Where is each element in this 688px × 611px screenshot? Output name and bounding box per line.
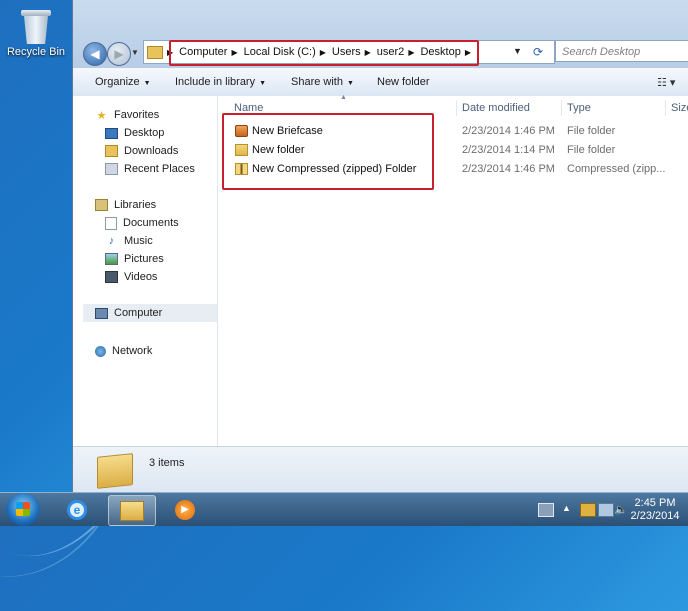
libraries-icon — [95, 199, 108, 211]
details-pane: 3 items — [73, 446, 688, 493]
star-icon: ★ — [96, 109, 107, 122]
file-type: File folder — [567, 144, 616, 156]
chevron-down-icon: ▼ — [346, 80, 354, 87]
chevron-down-icon: ▼ — [259, 80, 267, 87]
nav-music[interactable]: ♪ Music — [105, 232, 215, 250]
file-date: 2/23/2014 1:46 PM — [462, 125, 555, 137]
column-type[interactable]: Type — [567, 102, 591, 114]
nav-pictures[interactable]: Pictures — [105, 250, 215, 268]
explorer-window: ◀ ▶ ▼ ▶ Computer ▶ Local Disk (C:) ▶ Use… — [72, 0, 688, 493]
recycle-bin-label: Recycle Bin — [6, 46, 66, 58]
column-divider[interactable] — [456, 100, 457, 116]
include-in-library-button[interactable]: Include in library ▼ — [175, 76, 266, 88]
nav-network[interactable]: Network — [95, 342, 215, 360]
item-count: 3 items — [149, 457, 185, 469]
file-type: File folder — [567, 125, 616, 137]
taskbar: e ▶ ▲ 🔈 2:45 PM 2/23/2014 — [0, 492, 688, 526]
network-tray-icon[interactable] — [598, 503, 614, 517]
nav-favorites[interactable]: ★ Favorites — [95, 106, 215, 124]
sort-arrow-icon: ▲ — [340, 94, 347, 101]
show-hidden-icons-icon[interactable]: ▲ — [562, 503, 576, 515]
volume-icon[interactable]: 🔈 — [614, 503, 628, 516]
network-icon — [95, 345, 106, 357]
change-view-icon[interactable]: ☷ ▾ — [657, 76, 675, 89]
music-icon: ♪ — [108, 235, 115, 247]
highlight-box-address — [169, 40, 479, 66]
nav-recent-places[interactable]: Recent Places — [105, 160, 215, 178]
clock-time: 2:45 PM — [634, 497, 676, 509]
nav-computer[interactable]: Computer — [83, 304, 217, 322]
internet-explorer-icon: e — [67, 499, 87, 520]
nav-videos[interactable]: Videos — [105, 268, 215, 286]
folder-icon — [147, 45, 163, 59]
address-history-dropdown[interactable]: ▼ — [513, 46, 522, 56]
start-button[interactable] — [6, 493, 40, 526]
column-divider[interactable] — [665, 100, 666, 116]
computer-icon — [95, 307, 108, 319]
videos-icon — [105, 271, 118, 283]
forward-button[interactable]: ▶ — [107, 42, 131, 66]
nav-downloads[interactable]: Downloads — [105, 142, 215, 160]
file-list: ▲ Name Date modified Type Size New Brief… — [218, 94, 688, 446]
highlight-box-files — [222, 113, 434, 190]
nav-documents[interactable]: Documents — [105, 214, 215, 232]
column-size[interactable]: Size — [671, 102, 688, 114]
taskbar-media-player[interactable]: ▶ — [162, 495, 208, 524]
clock-date: 2/23/2014 — [630, 510, 680, 522]
command-bar: Organize ▼ Include in library ▼ Share with… — [73, 68, 688, 97]
column-divider[interactable] — [561, 100, 562, 116]
file-date: 2/23/2014 1:14 PM — [462, 144, 555, 156]
new-folder-button[interactable]: New folder — [377, 76, 430, 88]
recycle-bin[interactable]: Recycle Bin — [6, 10, 66, 58]
pictures-icon — [105, 253, 118, 265]
folder-icon — [97, 453, 133, 489]
desktop-icon — [105, 127, 118, 139]
chevron-down-icon: ▼ — [143, 80, 151, 87]
keyboard-icon[interactable] — [538, 503, 554, 517]
taskbar-windows-explorer[interactable] — [108, 495, 156, 526]
media-player-icon: ▶ — [175, 499, 195, 520]
documents-icon — [105, 216, 117, 230]
navigation-pane: ★ Favorites Desktop Downloads Recent Pla… — [73, 96, 218, 446]
column-date-modified[interactable]: Date modified — [462, 102, 530, 114]
recent-places-icon — [105, 163, 118, 175]
recycle-bin-icon — [21, 10, 51, 44]
nav-desktop[interactable]: Desktop — [105, 124, 215, 142]
system-clock[interactable]: 2:45 PM 2/23/2014 — [630, 497, 680, 523]
refresh-icon[interactable]: ⟳ — [529, 42, 547, 62]
nav-libraries[interactable]: Libraries — [95, 196, 215, 214]
back-button[interactable]: ◀ — [83, 42, 107, 66]
organize-button[interactable]: Organize ▼ — [95, 76, 151, 88]
action-center-icon[interactable] — [580, 503, 596, 517]
file-date: 2/23/2014 1:46 PM — [462, 163, 555, 175]
downloads-icon — [105, 145, 118, 157]
search-input[interactable]: Search Desktop — [555, 40, 688, 62]
file-type: Compressed (zipp... — [567, 163, 666, 175]
windows-explorer-icon — [120, 500, 144, 521]
taskbar-internet-explorer[interactable]: e — [54, 495, 100, 524]
share-with-button[interactable]: Share with ▼ — [291, 76, 354, 88]
recent-pages-dropdown[interactable]: ▼ — [131, 48, 139, 57]
